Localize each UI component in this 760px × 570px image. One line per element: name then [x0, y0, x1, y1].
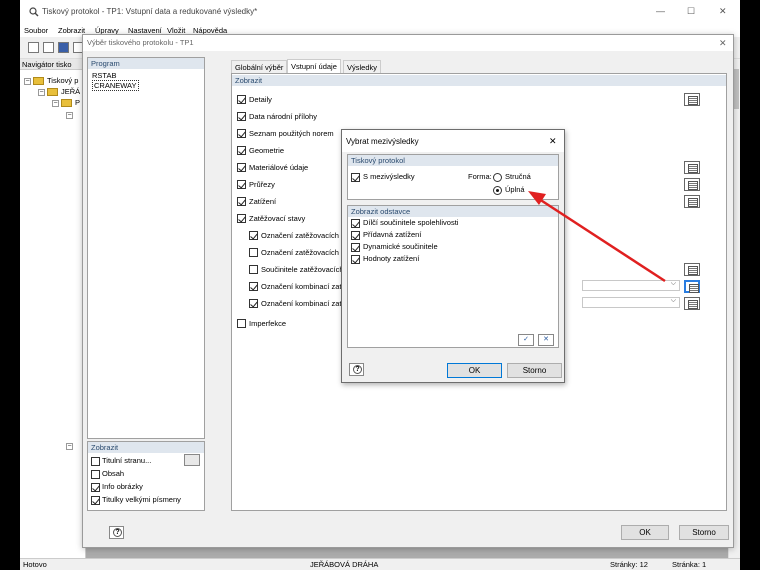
application-window: Tiskový protokol - TP1: Vstupní data a r… [20, 0, 740, 570]
annotation-arrow [528, 191, 666, 283]
